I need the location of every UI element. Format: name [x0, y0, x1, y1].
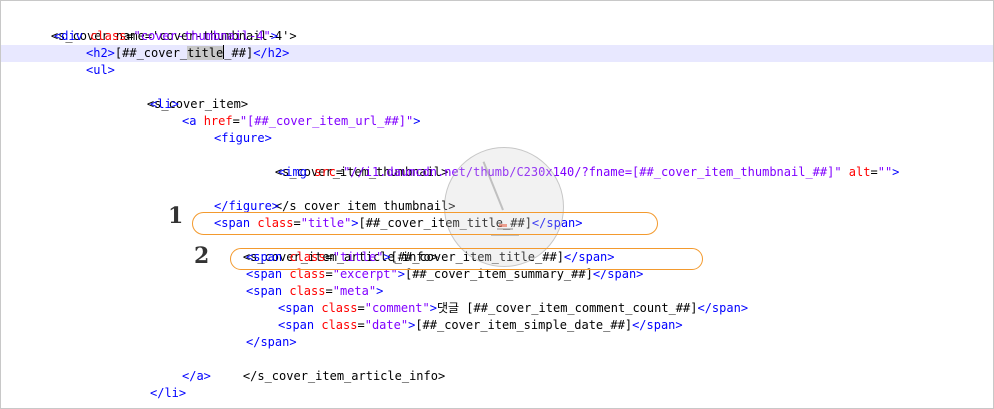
annotation-number-2: 2: [194, 243, 210, 269]
code-line-10: <img src="//i1.daumcdn.net/thumb/C230x14…: [278, 165, 900, 179]
code-line-9: <s_cover_item_thumbnail>: [246, 147, 993, 179]
code-line-23: </li>: [150, 386, 187, 400]
code-line-19: <span class="date">[##_cover_item_simple…: [278, 318, 683, 332]
code-line-6: <li>: [150, 97, 179, 111]
code-editor[interactable]: <s_cover name='cover-thumbnail-4'> <div …: [0, 0, 994, 409]
code-line-21: </s_cover_item_article_info>: [214, 351, 993, 383]
code-line-7: <a href="[##_cover_item_url_##]">: [182, 114, 421, 128]
code-line-5: <s_cover_item>: [118, 79, 993, 111]
code-line-8: <figure>: [214, 131, 272, 145]
code-line-3-current: <h2>[##_cover_title_##]</h2>: [1, 45, 993, 62]
annotation-number-1: 1: [168, 203, 184, 229]
code-line-17: <span class="meta">: [246, 284, 384, 298]
annotation-outline-1: [192, 212, 658, 235]
annotation-outline-2: [230, 248, 703, 270]
code-line-1: <s_cover name='cover-thumbnail-4'>: [22, 11, 993, 43]
code-line-11: </s_cover_item_thumbnail>: [246, 181, 993, 213]
code-line-2: <div class="cover-thumbnail-4">: [54, 29, 279, 43]
code-line-22: </a>: [182, 369, 211, 383]
code-line-4: <ul>: [86, 63, 115, 77]
code-line-20: </span>: [246, 335, 297, 349]
code-line-18: <span class="comment">댓글 [##_cover_item_…: [278, 301, 749, 315]
